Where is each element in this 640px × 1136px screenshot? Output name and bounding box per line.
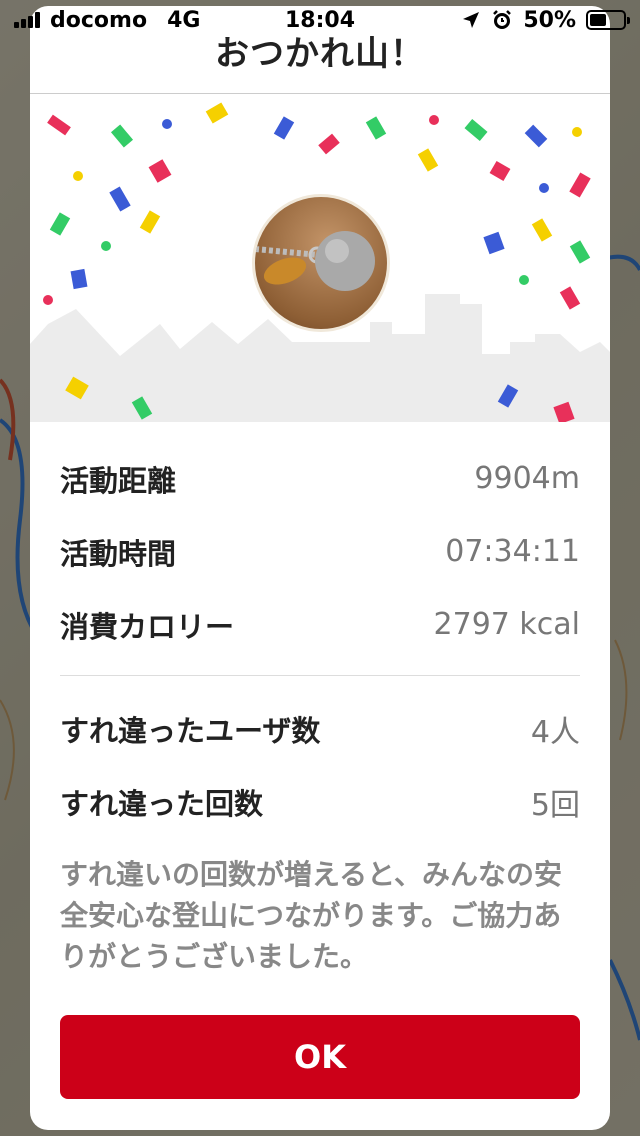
stat-value: 2797 kcal [433, 607, 580, 642]
network-label: 4G [167, 7, 201, 33]
stat-value: 5回 [530, 787, 580, 823]
activity-summary-dialog: おつかれ山！ 活動距離 9904m 活動時間 07:34:11 消費カロリー 2… [30, 6, 610, 1130]
battery-icon [586, 10, 630, 30]
stat-row-calories: 消費カロリー 2797 kcal [60, 588, 580, 661]
stat-value: 4人 [530, 714, 580, 750]
stat-row-distance: 活動距離 9904m [60, 442, 580, 515]
carrier-label: docomo [50, 7, 148, 33]
status-bar: docomo 4G 18:04 50% [0, 0, 640, 40]
ok-button[interactable]: OK [60, 1015, 580, 1099]
stat-row-duration: 活動時間 07:34:11 [60, 515, 580, 588]
stat-row-pass-count: すれ違った回数 5回 [60, 765, 580, 838]
location-arrow-icon [463, 12, 480, 28]
stat-label: 消費カロリー [60, 609, 235, 644]
activity-stats: 活動距離 9904m 活動時間 07:34:11 消費カロリー 2797 kca… [60, 442, 580, 838]
status-time: 18:04 [284, 7, 356, 33]
alarm-icon [493, 10, 512, 29]
thank-you-note: すれ違いの回数が増えると、みんなの安全安心な登山につながります。ご協力ありがとう… [60, 858, 563, 973]
stat-value: 07:34:11 [445, 534, 580, 569]
user-avatar [252, 194, 390, 332]
battery-percent: 50% [523, 7, 576, 33]
stat-label: 活動距離 [60, 463, 177, 498]
stat-label: すれ違ったユーザ数 [60, 713, 321, 748]
divider [60, 675, 580, 676]
stat-value: 9904m [474, 461, 580, 496]
signal-strength-icon [14, 12, 40, 28]
stat-row-users-passed: すれ違ったユーザ数 4人 [60, 692, 580, 765]
stat-label: 活動時間 [60, 536, 177, 571]
stat-label: すれ違った回数 [60, 786, 264, 821]
